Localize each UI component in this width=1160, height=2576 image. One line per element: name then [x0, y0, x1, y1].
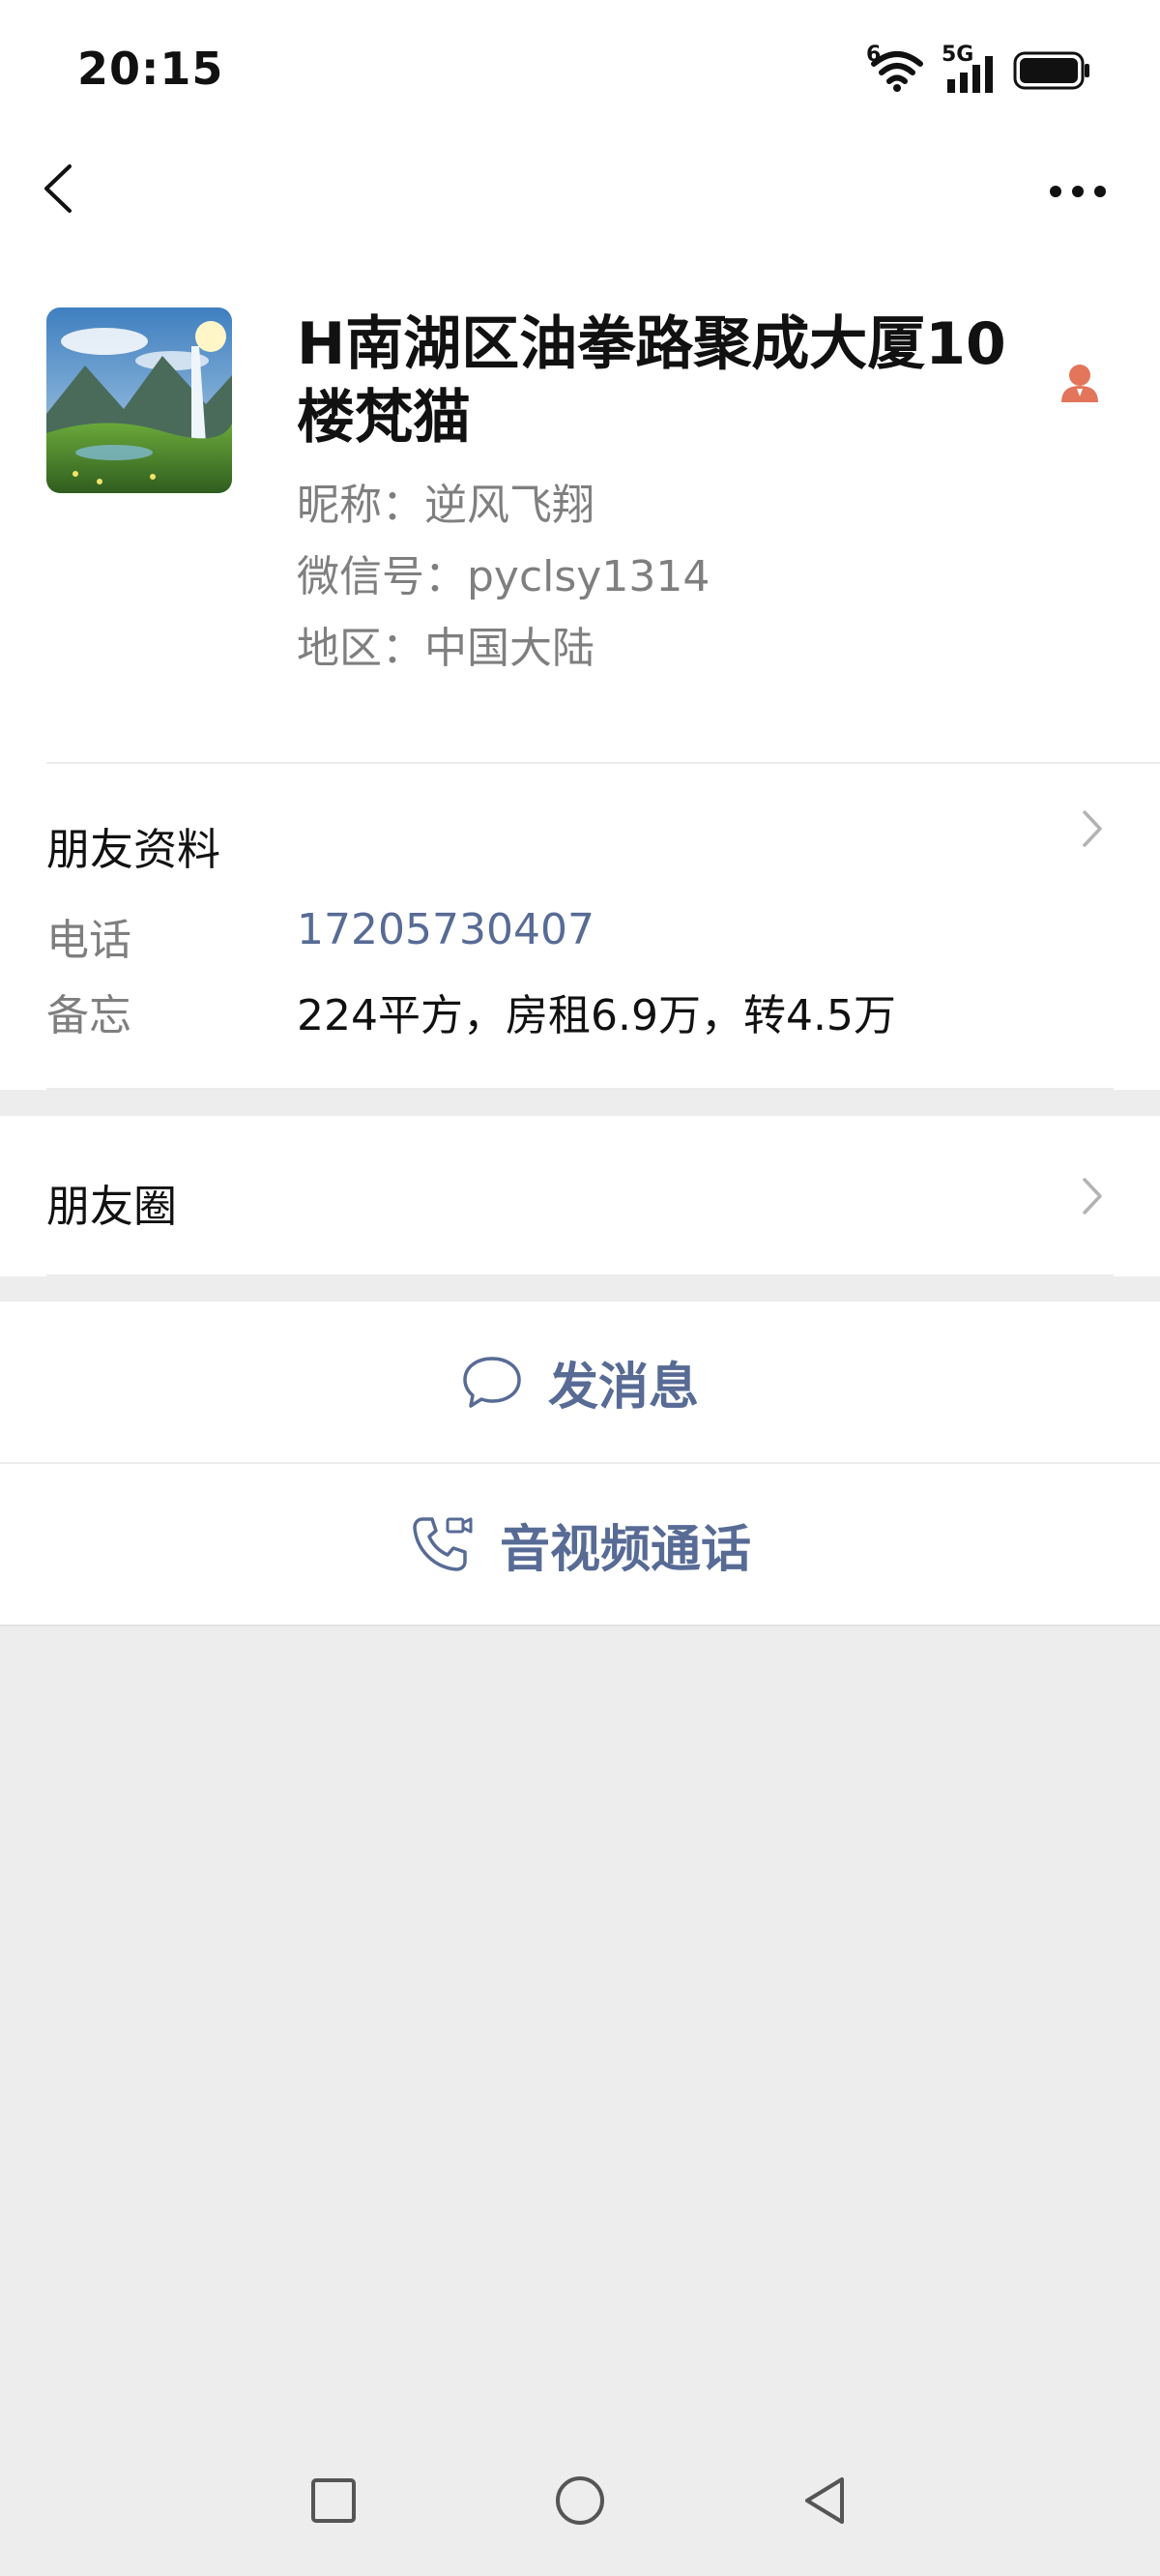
- phone-video-icon: [413, 1517, 473, 1571]
- divider: [0, 1625, 1160, 1626]
- back-button[interactable]: [35, 155, 83, 222]
- circle-icon: [556, 2476, 604, 2525]
- moments-title: 朋友圈: [46, 1181, 178, 1232]
- agent-user-icon: [1058, 360, 1102, 404]
- signal-icon: 5G: [942, 43, 1000, 95]
- system-back-button[interactable]: [798, 2472, 856, 2530]
- status-time: 20:15: [77, 43, 224, 95]
- phone-number-link[interactable]: 17205730407: [297, 905, 594, 954]
- landscape-avatar-image: [46, 307, 232, 493]
- network-label: 5G: [942, 43, 974, 67]
- recent-apps-button[interactable]: [304, 2472, 362, 2530]
- voice-video-call-label: 音视频通话: [499, 1520, 751, 1579]
- triangle-back-icon: [805, 2477, 844, 2524]
- wechat-id: 微信号：pyclsy1314: [297, 552, 710, 601]
- note-value: 224平方，房租6.9万，转4.5万: [297, 991, 896, 1040]
- chevron-left-icon: [44, 164, 72, 213]
- moments-chevron: [1079, 1174, 1106, 1218]
- wifi-badge: 6: [866, 43, 882, 67]
- avatar[interactable]: [46, 307, 232, 493]
- send-message-button[interactable]: 发消息: [0, 1302, 1160, 1462]
- friend-info-chevron: [1079, 806, 1106, 851]
- voice-video-call-button[interactable]: 音视频通话: [0, 1464, 1160, 1625]
- contact-name: H南湖区油拳路聚成大厦10楼梵猫: [297, 310, 1006, 452]
- battery-icon: [1013, 49, 1092, 92]
- chevron-right-icon: [1083, 1178, 1102, 1215]
- friend-info-title: 朋友资料: [46, 824, 221, 875]
- phone-label: 电话: [46, 916, 131, 965]
- nickname: 昵称：逆风飞翔: [297, 481, 594, 530]
- send-message-label: 发消息: [547, 1358, 699, 1417]
- contact-profile-page: 20:15 6 5G H南湖区油拳路聚成大厦10楼梵猫 昵称：逆风飞翔 微信号：…: [0, 0, 1160, 2576]
- status-icons: 6 5G: [866, 43, 1092, 97]
- more-button[interactable]: [1044, 172, 1112, 211]
- note-label: 备忘: [46, 991, 131, 1040]
- section-gap: [0, 1276, 1160, 1302]
- home-button[interactable]: [551, 2472, 609, 2530]
- chevron-right-icon: [1083, 810, 1102, 847]
- chat-bubble-icon: [463, 1357, 521, 1408]
- region: 地区：中国大陆: [297, 624, 594, 673]
- square-icon: [311, 2478, 356, 2523]
- section-gap: [0, 1090, 1160, 1116]
- more-dots-icon: [1050, 186, 1106, 197]
- wifi-icon: 6: [866, 43, 928, 95]
